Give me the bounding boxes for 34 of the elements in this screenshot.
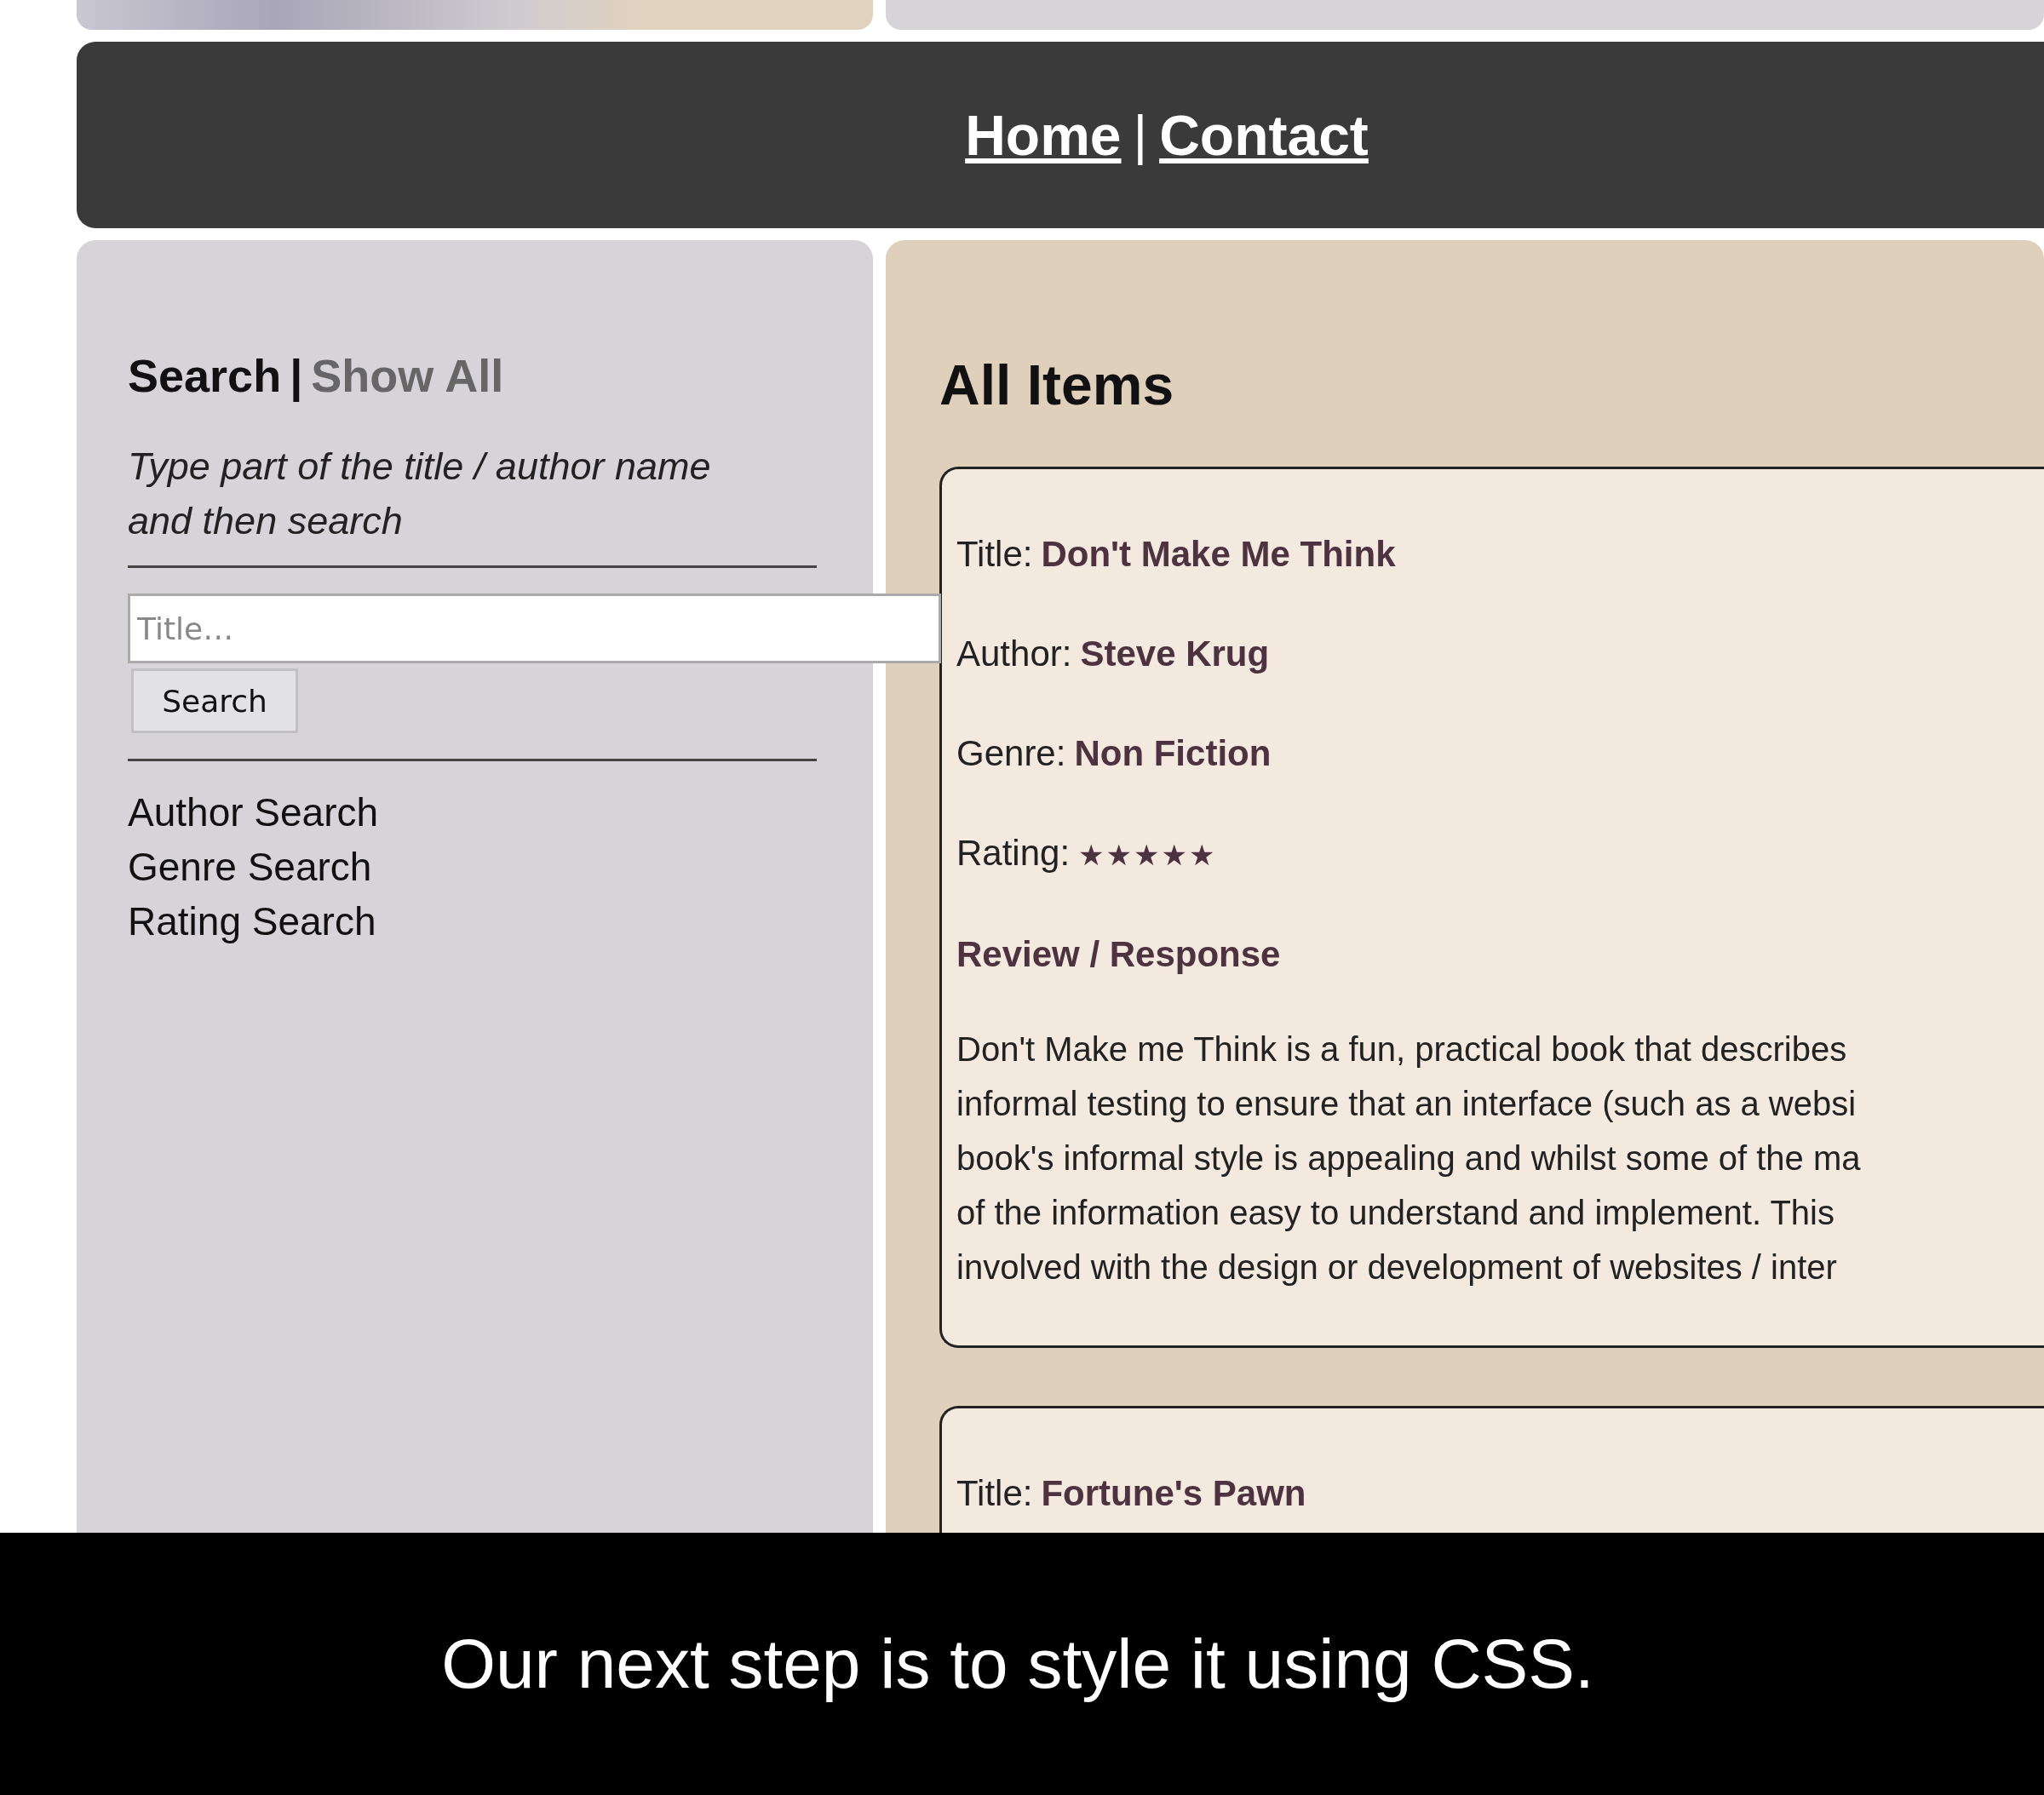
star-icon: ★ bbox=[1189, 828, 1215, 882]
sidebar-link[interactable]: Author Search bbox=[128, 785, 379, 840]
star-icon: ★ bbox=[1161, 828, 1187, 882]
page-heading: All Items bbox=[939, 353, 1175, 417]
field-value: Steve Krug bbox=[1080, 633, 1270, 675]
review-text: involved with the design or development of websites / inter bbox=[956, 1247, 1837, 1287]
search-field[interactable]: Title… bbox=[128, 594, 941, 663]
field-label: Title: bbox=[956, 1472, 1033, 1515]
field-value: Non Fiction bbox=[1074, 732, 1272, 775]
star-icon: ★ bbox=[1105, 828, 1133, 882]
separator: | bbox=[1133, 103, 1148, 167]
field-value: Fortune's Pawn bbox=[1041, 1472, 1306, 1515]
search-button[interactable]: Search bbox=[131, 668, 298, 733]
review-text: book's informal style is appealing and whilst some of the ma bbox=[956, 1138, 1861, 1179]
nav-link[interactable]: Home bbox=[965, 102, 1122, 168]
review-text: informal testing to ensure that an interface (such as a websi bbox=[956, 1084, 1857, 1124]
field-value: Don't Make Me Think bbox=[1041, 533, 1396, 576]
field-label: Title: bbox=[956, 533, 1033, 576]
caption-text: Our next step is to style it using CSS. bbox=[441, 1624, 1595, 1704]
sidebar-link[interactable]: Rating Search bbox=[128, 894, 376, 949]
review-heading: Review / Response bbox=[956, 933, 1282, 976]
field-label: Author: bbox=[956, 633, 1072, 675]
review-text: of the information easy to understand and implement. This bbox=[956, 1193, 1834, 1233]
field-label: Rating: bbox=[956, 832, 1071, 875]
field-label: Genre: bbox=[956, 732, 1066, 775]
nav-link[interactable]: Contact bbox=[1159, 102, 1369, 168]
separator: | bbox=[290, 349, 303, 402]
show-all-link[interactable]: Show All bbox=[311, 349, 504, 402]
sidebar-link[interactable]: Genre Search bbox=[128, 840, 372, 894]
star-icon: ★ bbox=[1078, 828, 1105, 882]
star-icon: ★ bbox=[1134, 828, 1160, 882]
search-heading: Search bbox=[128, 349, 282, 402]
hint-text: Type part of the title / author name and then search bbox=[128, 444, 712, 544]
review-text: Don't Make me Think is a fun, practical book that describes bbox=[956, 1029, 1847, 1070]
